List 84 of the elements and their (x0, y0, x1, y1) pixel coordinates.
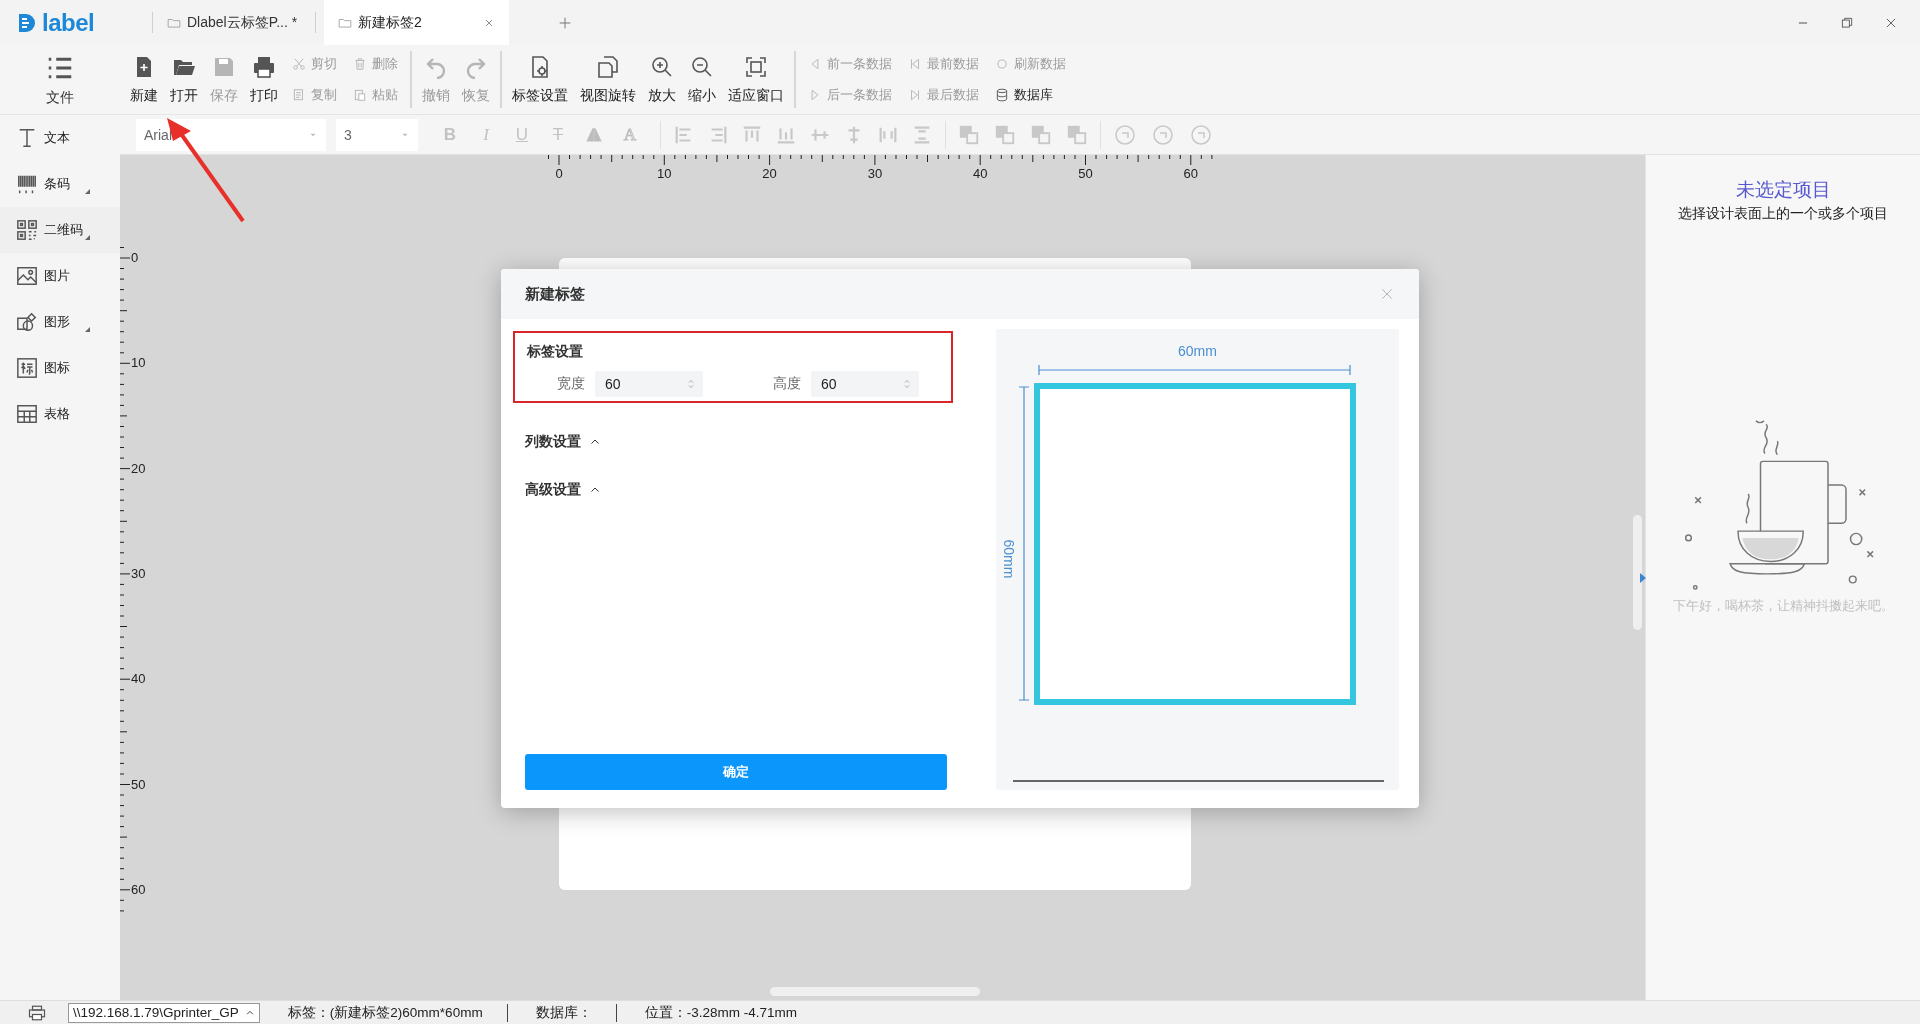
zoom-out-icon (690, 54, 714, 79)
trash-icon (353, 57, 367, 72)
fit-window-icon (744, 54, 768, 79)
clipboard-icon (353, 87, 367, 102)
tool-item[interactable]: 二维码 (0, 207, 120, 253)
status-text: 位置：-3.28mm -4.71mm (644, 1003, 797, 1022)
ruler-label: 10 (657, 166, 672, 181)
arrange-icon[interactable] (958, 123, 980, 146)
app-logo: label (42, 8, 95, 37)
badge-icon (16, 357, 38, 379)
ruler-label: 40 (972, 166, 988, 181)
restore-icon[interactable] (1840, 15, 1854, 30)
toolbar-button[interactable]: 适应窗口 (724, 45, 788, 114)
ruler-label: 60 (1183, 166, 1199, 181)
collapsible-header[interactable]: 列数设置 (525, 433, 953, 451)
image-icon (16, 265, 38, 287)
font-size-field[interactable]: 3 (336, 118, 418, 151)
qr-code-icon (16, 219, 38, 241)
field-label: 高度 (773, 375, 801, 393)
printer-icon (28, 1003, 46, 1022)
zoom-in-icon (650, 54, 674, 79)
ruler-label: 0 (555, 166, 563, 181)
ruler-label: 20 (762, 166, 777, 181)
ruler-label: 30 (131, 565, 146, 581)
ruler-label: 50 (131, 776, 146, 792)
tool-item[interactable]: 条码 (0, 161, 120, 207)
skip-first-icon (908, 57, 922, 72)
panel-title: 未选定项目 (1735, 178, 1831, 202)
table-icon (16, 403, 38, 425)
rotate-icon[interactable] (1113, 122, 1137, 147)
toolbar-button[interactable]: 视图旋转 (576, 45, 640, 114)
database-icon (995, 87, 1009, 102)
documents-icon (596, 54, 620, 79)
toolbar-button[interactable]: 数据库 (995, 85, 1066, 104)
tool-item[interactable]: 图标 (0, 345, 120, 391)
ruler-label: 10 (131, 355, 146, 371)
arrange-icon[interactable] (1030, 123, 1052, 146)
printer-select[interactable]: \\192.168.1.79\Gprinter_GP (68, 1002, 260, 1023)
tool-item[interactable]: 文本 (0, 115, 120, 161)
toolbar-button[interactable]: 打开 (166, 45, 202, 114)
vertical-scrollbar-thumb[interactable] (1633, 515, 1642, 630)
rotate-icon[interactable] (1189, 122, 1213, 147)
tab[interactable]: Dlabel云标签P... * (153, 0, 315, 45)
ruler-label: 40 (131, 671, 146, 687)
tool-item[interactable]: 表格 (0, 391, 120, 437)
toolbar-button[interactable]: 标签设置 (508, 45, 572, 114)
status-text: 数据库： (535, 1003, 592, 1022)
panel-hint: 选择设计表面上的一个或多个项目 (1678, 205, 1888, 223)
ruler-label: 30 (867, 166, 883, 181)
copy-icon (292, 87, 306, 102)
toolbar-button[interactable]: 缩小 (684, 45, 720, 114)
number-input[interactable]: 60 (595, 371, 703, 397)
dimension-label: 60mm (1001, 539, 1018, 579)
scissors-icon (292, 57, 306, 72)
shapes-icon (16, 311, 38, 333)
field-value: 3 (344, 126, 353, 143)
rotate-icon[interactable] (1151, 122, 1175, 147)
collapsible-header[interactable]: 高级设置 (525, 481, 953, 499)
skip-last-icon (908, 87, 922, 102)
arrange-icon[interactable] (1066, 123, 1088, 146)
field-value: Arial (144, 126, 173, 143)
tool-item[interactable]: 图形 (0, 299, 120, 345)
dialog-title: 新建标签 (525, 284, 586, 304)
field-label: 宽度 (557, 375, 585, 393)
circle-icon (995, 57, 1009, 72)
section-title: 标签设置 (527, 343, 584, 361)
arrange-icon[interactable] (994, 123, 1016, 146)
horizontal-scrollbar-thumb[interactable] (770, 987, 980, 996)
tab[interactable]: 新建标签2 (324, 0, 509, 45)
ruler-label: 60 (131, 881, 146, 897)
dimension-label: 60mm (1177, 343, 1218, 359)
ruler-label: 0 (131, 250, 139, 265)
file-menu-button[interactable]: 文件 (0, 45, 120, 114)
barcode-icon (16, 173, 38, 195)
toolbar-button[interactable]: 打印 (246, 45, 282, 114)
font-field[interactable]: Arial (136, 118, 326, 151)
number-input[interactable]: 60 (811, 371, 919, 397)
printer-icon (252, 54, 276, 79)
status-text: 标签：(新建标签2)60mm*60mm (287, 1003, 483, 1022)
tool-item[interactable]: 图片 (0, 253, 120, 299)
toolbar-button[interactable]: 新建 (126, 45, 162, 114)
ruler-label: 50 (1078, 166, 1093, 181)
toolbar-button[interactable]: 放大 (644, 45, 680, 114)
ruler-label: 20 (131, 460, 146, 476)
